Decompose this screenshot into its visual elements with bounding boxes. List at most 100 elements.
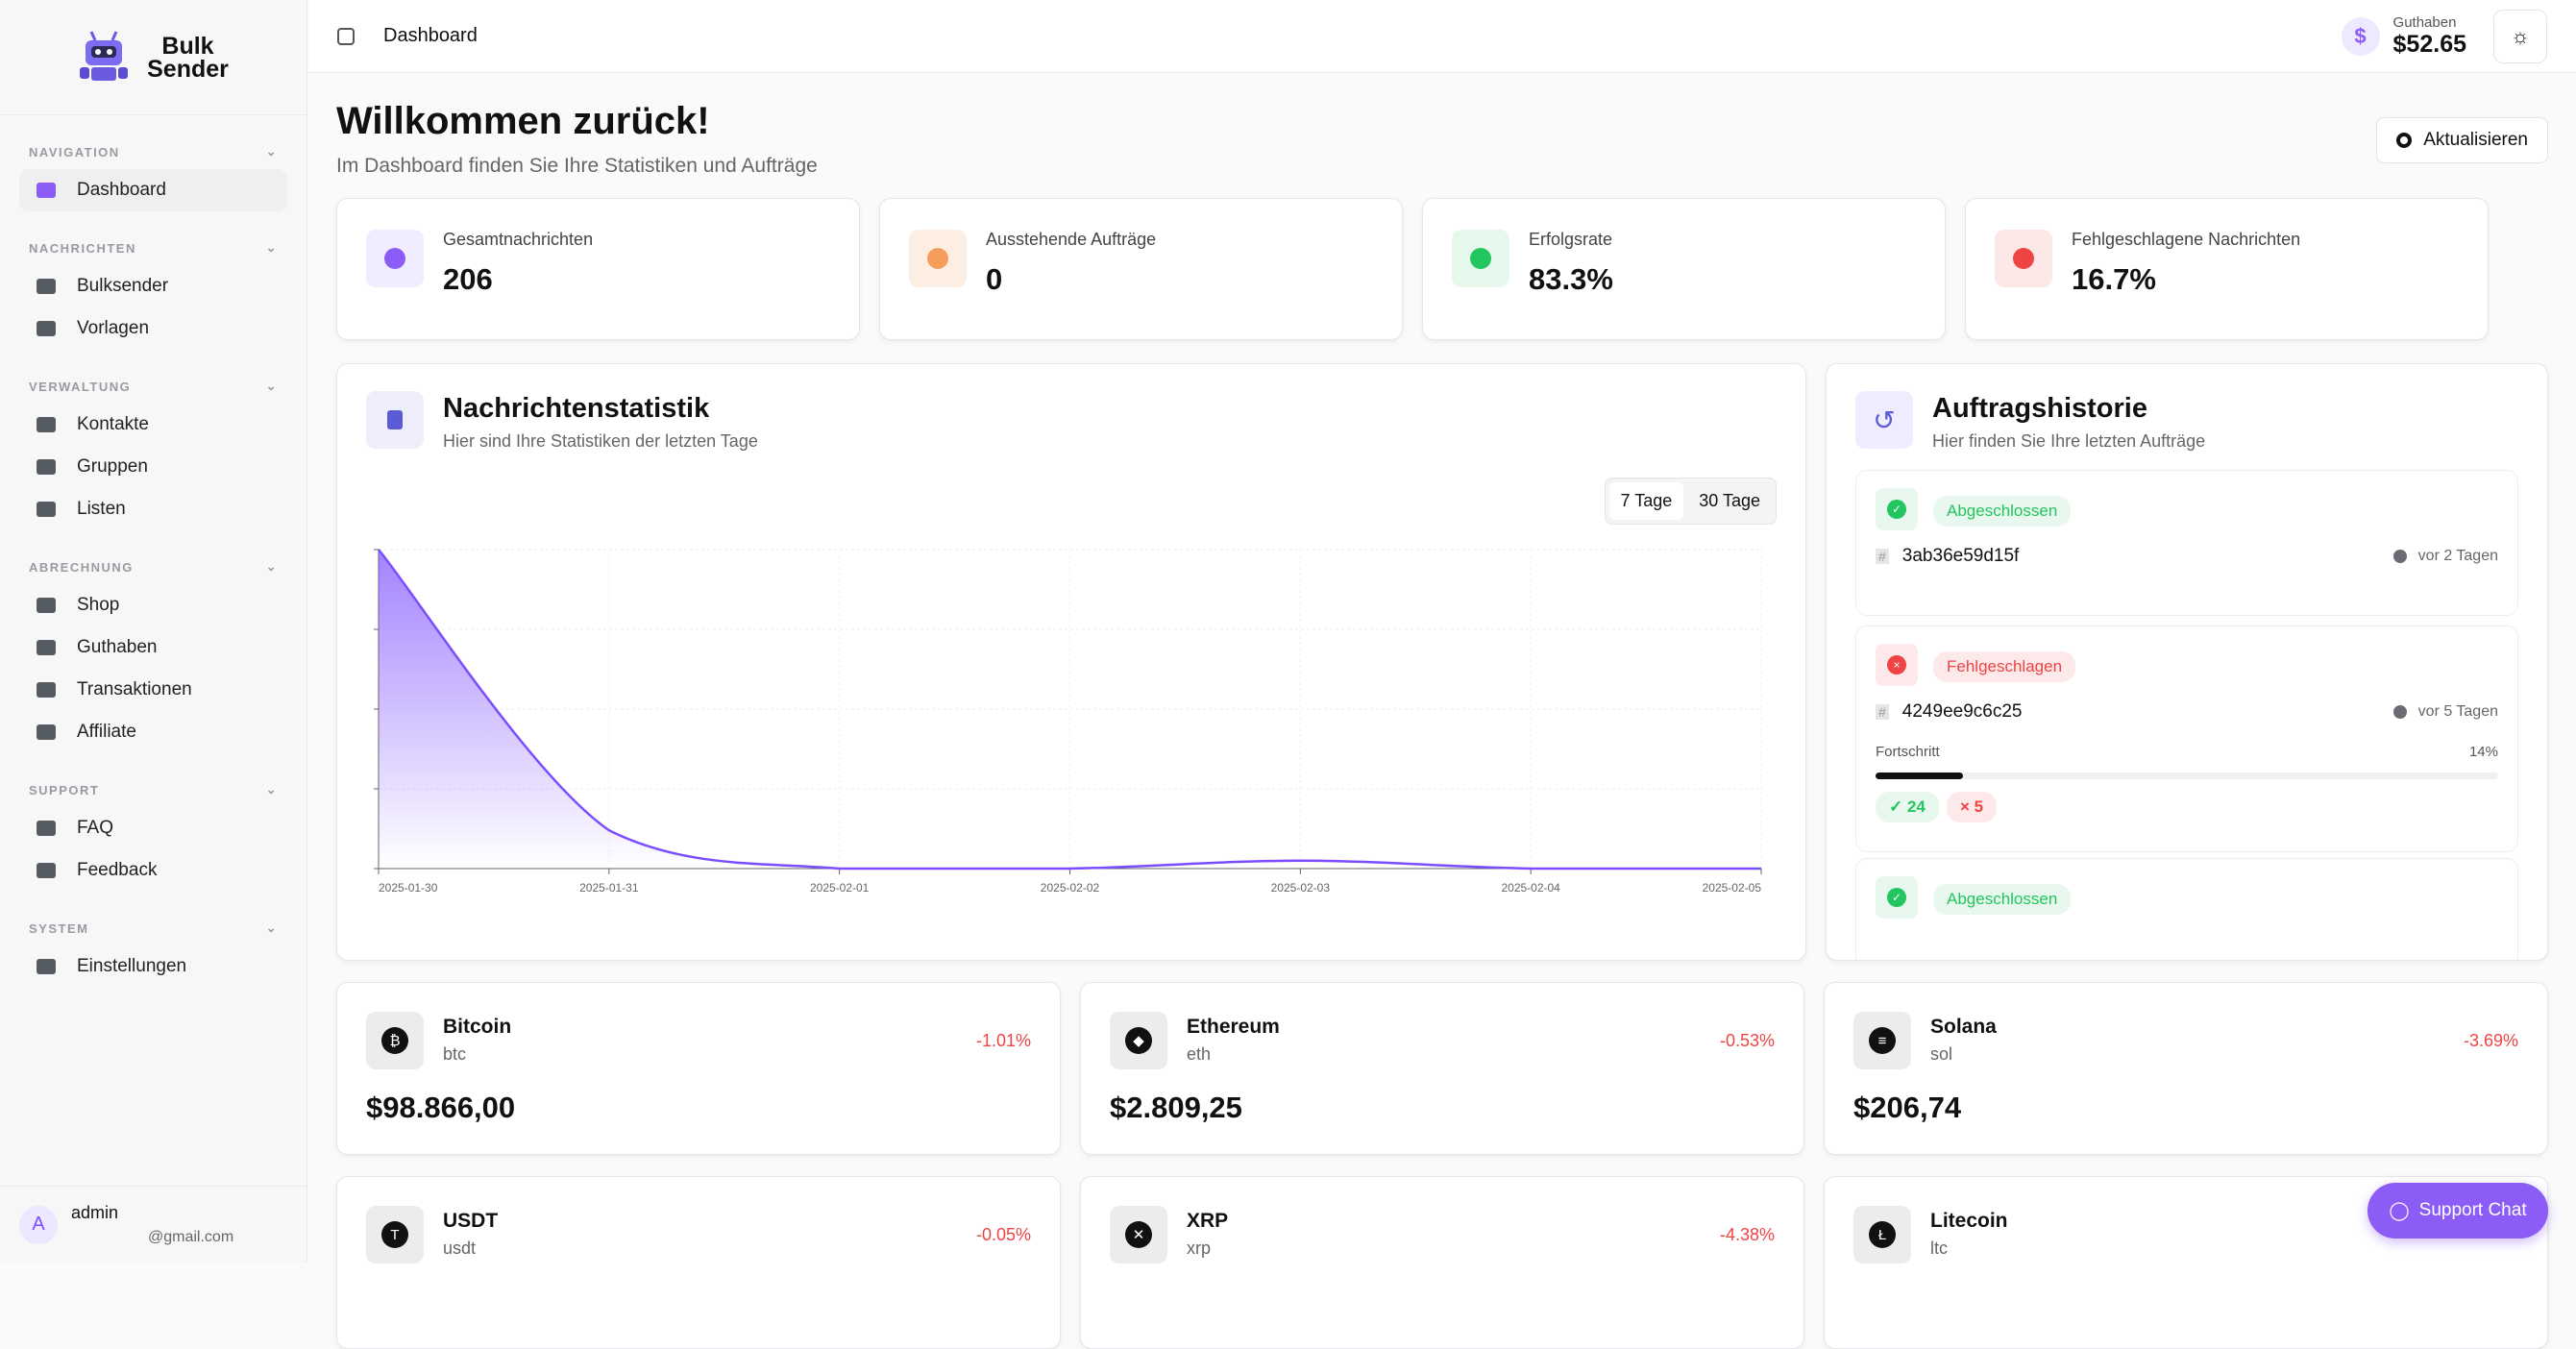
logo[interactable]: Bulk Sender bbox=[0, 0, 307, 115]
sidebar-item-faq[interactable]: FAQ bbox=[19, 807, 287, 849]
file-icon bbox=[37, 321, 56, 336]
user-profile[interactable]: A admin @gmail.com bbox=[0, 1186, 307, 1263]
status-badge: Fehlgeschlagen bbox=[1933, 651, 2076, 682]
stat-label: Ausstehende Aufträge bbox=[986, 230, 1157, 249]
wallet-icon bbox=[37, 640, 56, 655]
nav-section-header[interactable]: VERWALTUNG ⌄ bbox=[19, 350, 287, 404]
stat-card: Erfolgsrate 83.3% bbox=[1422, 198, 1946, 340]
progress-label: Fortschritt bbox=[1876, 744, 1940, 760]
sidebar-item-affiliate[interactable]: Affiliate bbox=[19, 711, 287, 753]
sidebar-item-label: Affiliate bbox=[77, 722, 136, 742]
main-content: Willkommen zurück! Im Dashboard finden S… bbox=[336, 96, 2548, 1349]
crypto-symbol: xrp bbox=[1187, 1239, 1212, 1258]
nav-section-header[interactable]: NAVIGATION ⌄ bbox=[19, 115, 287, 169]
sidebar-item-gruppen[interactable]: Gruppen bbox=[19, 446, 287, 488]
status-badge: Abgeschlossen bbox=[1933, 884, 2072, 915]
sidebar-item-bulksender[interactable]: Bulksender bbox=[19, 265, 287, 307]
progress-value: 14% bbox=[2468, 744, 2498, 760]
page-title: Willkommen zurück! bbox=[336, 100, 710, 142]
sidebar-item-dashboard[interactable]: Dashboard bbox=[19, 169, 287, 211]
x-tick-label: 2025-02-01 bbox=[810, 881, 870, 895]
sidebar-item-einstellungen[interactable]: Einstellungen bbox=[19, 945, 287, 988]
x-tick-label: 2025-02-03 bbox=[1271, 881, 1331, 895]
ltc-icon: Ł bbox=[1853, 1206, 1911, 1263]
order-id: 4249ee9c6c25 bbox=[1901, 701, 2023, 722]
stat-icon bbox=[1452, 230, 1509, 287]
x-tick-label: 2025-02-05 bbox=[1703, 881, 1762, 895]
header-title: Dashboard bbox=[383, 25, 478, 46]
xrp-icon: ✕ bbox=[1110, 1206, 1167, 1263]
nav-section-header[interactable]: NACHRICHTEN ⌄ bbox=[19, 211, 287, 265]
refresh-button[interactable]: Aktualisieren bbox=[2376, 117, 2548, 163]
clock-icon bbox=[2392, 550, 2407, 563]
sidebar-item-label: FAQ bbox=[77, 818, 114, 838]
chevron-down-icon: ⌄ bbox=[265, 379, 278, 393]
sidebar-item-guthaben[interactable]: Guthaben bbox=[19, 626, 287, 669]
order-item[interactable]: ✓ Abgeschlossen bbox=[1855, 858, 2518, 960]
ticket-icon bbox=[37, 724, 56, 740]
sidebar-item-shop[interactable]: Shop bbox=[19, 584, 287, 626]
crypto-card-btc: ₿ Bitcoin btc -1.01% $98.866,00 bbox=[336, 982, 1061, 1155]
crypto-name: Solana bbox=[1930, 1016, 1997, 1038]
usdt-icon: T bbox=[366, 1206, 424, 1263]
crypto-card-sol: ≡ Solana sol -3.69% $206,74 bbox=[1824, 982, 2548, 1155]
sidebar-item-vorlagen[interactable]: Vorlagen bbox=[19, 307, 287, 350]
order-item[interactable]: × Fehlgeschlagen #4249ee9c6c25 vor 5 Tage… bbox=[1855, 625, 2518, 852]
refresh-icon bbox=[2396, 133, 2413, 148]
sidebar-item-label: Shop bbox=[77, 595, 120, 615]
sidebar-item-label: Listen bbox=[77, 499, 126, 519]
robot-logo-icon bbox=[80, 30, 129, 81]
theme-toggle-button[interactable]: ☼ bbox=[2493, 9, 2547, 63]
crypto-card-xrp: ✕ XRP xrp -4.38% bbox=[1080, 1176, 1804, 1349]
history-subtitle: Hier finden Sie Ihre letzten Aufträge bbox=[1932, 431, 2206, 451]
crypto-price: $206,74 bbox=[1853, 1091, 1962, 1124]
page-subtitle: Im Dashboard finden Sie Ihre Statistiken… bbox=[336, 155, 818, 177]
history-icon: ↺ bbox=[1855, 391, 1913, 449]
btc-icon: ₿ bbox=[366, 1012, 424, 1069]
user-name: admin bbox=[71, 1203, 119, 1222]
stat-value: 0 bbox=[986, 262, 1003, 296]
crypto-card-usdt: T USDT usdt -0.05% bbox=[336, 1176, 1061, 1349]
sidebar-item-kontakte[interactable]: Kontakte bbox=[19, 404, 287, 446]
order-item[interactable]: ✓ Abgeschlossen #3ab36e59d15f vor 2 Tagen bbox=[1855, 470, 2518, 616]
stat-value: 206 bbox=[443, 262, 493, 296]
gear-icon bbox=[37, 959, 56, 974]
crypto-name: Ethereum bbox=[1187, 1016, 1280, 1038]
crypto-change: -4.38% bbox=[1719, 1225, 1775, 1244]
stat-card: Ausstehende Aufträge 0 bbox=[879, 198, 1403, 340]
stat-icon bbox=[909, 230, 967, 287]
crypto-name: Bitcoin bbox=[443, 1016, 512, 1038]
sidebar-item-label: Guthaben bbox=[77, 637, 158, 657]
message-stats-card: Nachrichtenstatistik Hier sind Ihre Stat… bbox=[336, 363, 1806, 961]
sidebar-item-transaktionen[interactable]: Transaktionen bbox=[19, 669, 287, 711]
sidebar-item-listen[interactable]: Listen bbox=[19, 488, 287, 530]
hash-icon: # bbox=[1876, 704, 1889, 720]
nav-section-header[interactable]: SUPPORT ⌄ bbox=[19, 753, 287, 807]
chevron-down-icon: ⌄ bbox=[265, 920, 278, 935]
dollar-icon: $ bbox=[2341, 16, 2380, 56]
nav-section-header[interactable]: SYSTEM ⌄ bbox=[19, 892, 287, 945]
stat-card: Fehlgeschlagene Nachrichten 16.7% bbox=[1965, 198, 2489, 340]
crypto-name: USDT bbox=[443, 1210, 499, 1232]
message-chart: 2025-01-30 2025-01-31 2025-02-01 2025-02-02… bbox=[374, 549, 1762, 895]
crypto-symbol: sol bbox=[1930, 1044, 1953, 1064]
support-chat-button[interactable]: ◯ Support Chat bbox=[2367, 1183, 2548, 1239]
sidebar-toggle-icon[interactable] bbox=[337, 27, 355, 45]
group-icon bbox=[37, 459, 56, 475]
progress-bar bbox=[1876, 773, 2498, 779]
nav-section: SUPPORT ⌄ FAQ Feedback bbox=[0, 753, 307, 892]
crypto-change: -1.01% bbox=[975, 1031, 1031, 1050]
top-header: Dashboard $ Guthaben $52.65 ☼ bbox=[308, 0, 2576, 73]
error-icon: × bbox=[1876, 644, 1918, 686]
sidebar-item-feedback[interactable]: Feedback bbox=[19, 849, 287, 892]
nav-section-header[interactable]: ABRECHNUNG ⌄ bbox=[19, 530, 287, 584]
avatar: A bbox=[19, 1205, 58, 1244]
stat-card: Gesamtnachrichten 206 bbox=[336, 198, 860, 340]
app-name: Bulk Sender bbox=[147, 32, 229, 83]
crypto-name: Litecoin bbox=[1930, 1210, 2008, 1232]
x-tick-label: 2025-02-04 bbox=[1501, 881, 1560, 895]
sidebar-item-label: Feedback bbox=[77, 860, 158, 880]
check-icon: ✓ bbox=[1876, 876, 1918, 919]
clock-icon bbox=[2392, 705, 2407, 719]
card-icon bbox=[37, 682, 56, 698]
